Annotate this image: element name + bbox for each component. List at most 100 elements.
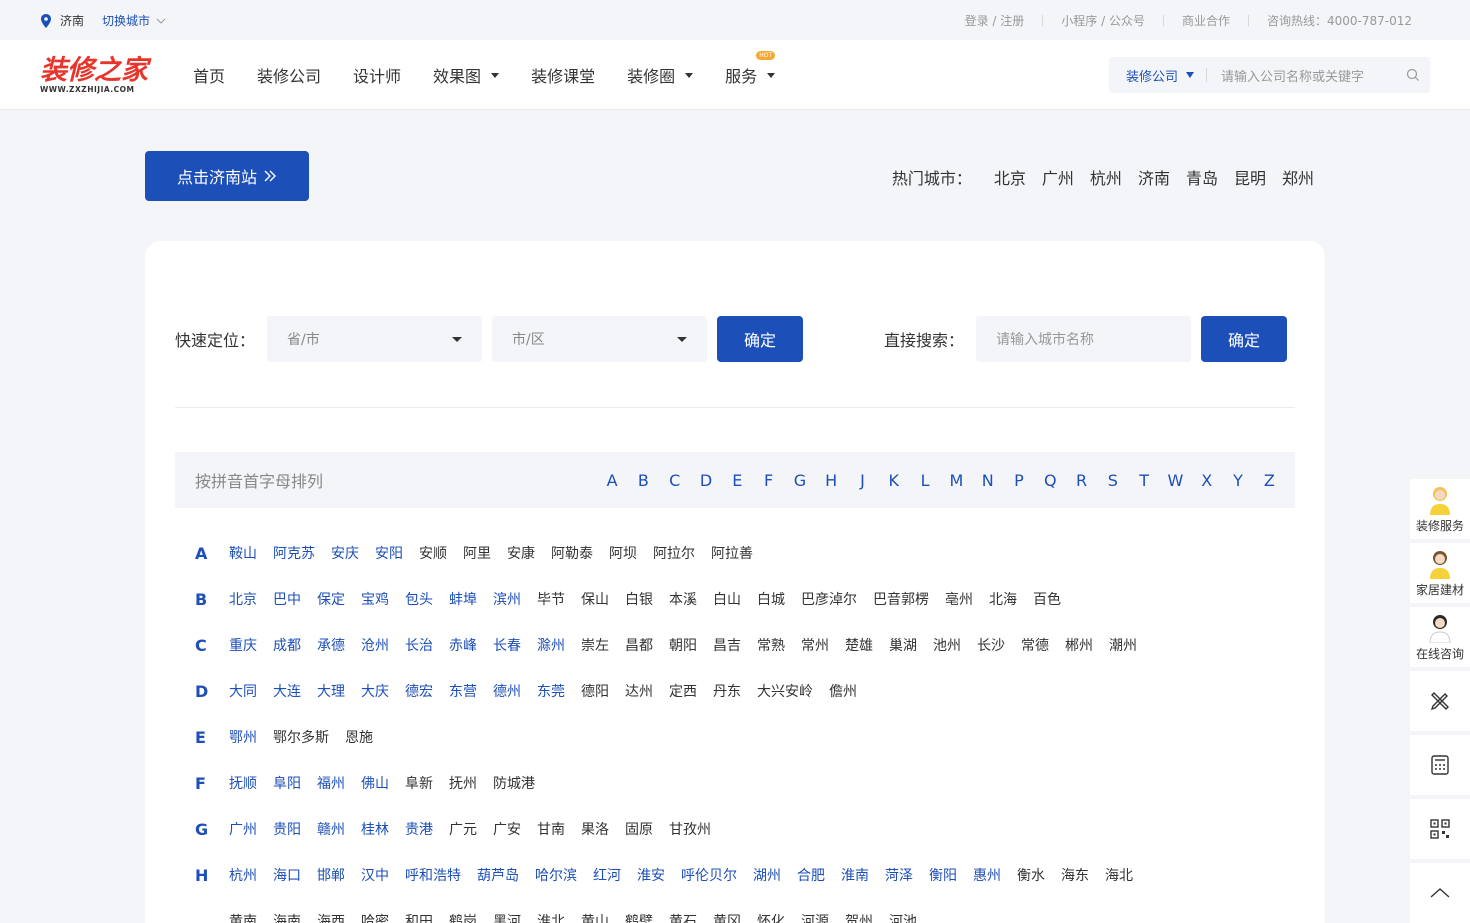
city-link[interactable]: 德宏 [405,683,433,701]
alphabet-letter-d[interactable]: D [690,471,721,490]
alphabet-letter-c[interactable]: C [659,471,690,490]
city-link[interactable]: 长治 [405,637,433,655]
city-link[interactable]: 防城港 [493,775,535,793]
hot-city-link[interactable]: 广州 [1042,165,1074,189]
city-station-button[interactable]: 点击济南站 [145,151,309,201]
alphabet-letter-l[interactable]: L [909,471,940,490]
city-link[interactable]: 白城 [757,591,785,609]
city-link[interactable]: 鄂尔多斯 [273,729,329,747]
city-link[interactable]: 毕节 [537,591,565,609]
alphabet-letter-e[interactable]: E [722,471,753,490]
city-link[interactable]: 鞍山 [229,545,257,563]
city-link[interactable]: 贵阳 [273,821,301,839]
alphabet-letter-s[interactable]: S [1097,471,1128,490]
city-link[interactable]: 儋州 [829,683,857,701]
city-search-input[interactable]: 请输入城市名称 [976,316,1192,362]
miniprogram-link[interactable]: 小程序 / 公众号 [1061,12,1145,29]
city-link[interactable]: 海北 [1105,867,1133,885]
city-link[interactable]: 滨州 [493,591,521,609]
city-link[interactable]: 阿里 [463,545,491,563]
city-link[interactable]: 保山 [581,591,609,609]
city-link[interactable]: 承德 [317,637,345,655]
alphabet-letter-f[interactable]: F [753,471,784,490]
city-link[interactable]: 黄冈 [713,913,741,923]
sidebar-materials[interactable]: 家居建材 [1410,543,1470,603]
business-link[interactable]: 商业合作 [1182,12,1230,29]
city-link[interactable]: 大连 [273,683,301,701]
search-icon[interactable] [1406,68,1420,82]
city-link[interactable]: 甘孜州 [669,821,711,839]
sidebar-decoration-service[interactable]: 装修服务 [1410,479,1470,539]
city-link[interactable]: 昌都 [625,637,653,655]
hot-city-link[interactable]: 济南 [1138,165,1170,189]
city-link[interactable]: 杭州 [229,867,257,885]
city-link[interactable]: 菏泽 [885,867,913,885]
switch-city-link[interactable]: 切换城市 [102,12,166,29]
city-link[interactable]: 阿坝 [609,545,637,563]
city-link[interactable]: 黄南 [229,913,257,923]
alphabet-letter-g[interactable]: G [784,471,815,490]
header-search-input[interactable]: 请输入公司名称或关键字 [1221,66,1406,85]
city-link[interactable]: 包头 [405,591,433,609]
city-link[interactable]: 白山 [713,591,741,609]
city-link[interactable]: 北京 [229,591,257,609]
city-link[interactable]: 衡阳 [929,867,957,885]
city-link[interactable]: 佛山 [361,775,389,793]
login-register-link[interactable]: 登录 / 注册 [965,12,1025,29]
city-link[interactable]: 淮安 [637,867,665,885]
city-link[interactable]: 鹤岗 [449,913,477,923]
city-link[interactable]: 常熟 [757,637,785,655]
city-link[interactable]: 赤峰 [449,637,477,655]
city-link[interactable]: 鄂州 [229,729,257,747]
city-link[interactable]: 抚州 [449,775,477,793]
city-link[interactable]: 德州 [493,683,521,701]
city-link[interactable]: 合肥 [797,867,825,885]
city-link[interactable]: 恩施 [345,729,373,747]
city-link[interactable]: 呼伦贝尔 [681,867,737,885]
city-link[interactable]: 达州 [625,683,653,701]
city-link[interactable]: 河源 [801,913,829,923]
city-link[interactable]: 蚌埠 [449,591,477,609]
city-link[interactable]: 淮南 [841,867,869,885]
alphabet-letter-w[interactable]: W [1160,471,1191,490]
city-link[interactable]: 宝鸡 [361,591,389,609]
city-link[interactable]: 衡水 [1017,867,1045,885]
city-link[interactable]: 黄山 [581,913,609,923]
alphabet-letter-r[interactable]: R [1066,471,1097,490]
city-link[interactable]: 阿拉善 [711,545,753,563]
city-link[interactable]: 红河 [593,867,621,885]
hot-city-link[interactable]: 青岛 [1186,165,1218,189]
city-link[interactable]: 甘南 [537,821,565,839]
city-link[interactable]: 巴音郭楞 [873,591,929,609]
nav-item-classroom[interactable]: 装修课堂 [531,63,595,87]
city-link[interactable]: 昌吉 [713,637,741,655]
alphabet-letter-y[interactable]: Y [1222,471,1253,490]
city-link[interactable]: 丹东 [713,683,741,701]
city-link[interactable]: 大兴安岭 [757,683,813,701]
alphabet-letter-z[interactable]: Z [1254,471,1285,490]
city-link[interactable]: 广州 [229,821,257,839]
city-link[interactable]: 抚顺 [229,775,257,793]
city-link[interactable]: 贺州 [845,913,873,923]
city-link[interactable]: 白银 [625,591,653,609]
city-link[interactable]: 常德 [1021,637,1049,655]
city-link[interactable]: 海东 [1061,867,1089,885]
city-link[interactable]: 潮州 [1109,637,1137,655]
back-to-top-button[interactable] [1410,863,1470,923]
alphabet-letter-a[interactable]: A [596,471,627,490]
city-link[interactable]: 鹤壁 [625,913,653,923]
city-link[interactable]: 重庆 [229,637,257,655]
sidebar-online-consult[interactable]: 在线咨询 [1410,607,1470,667]
direct-search-confirm-button[interactable]: 确定 [1201,316,1288,362]
alphabet-letter-t[interactable]: T [1129,471,1160,490]
city-link[interactable]: 亳州 [945,591,973,609]
city-link[interactable]: 淮北 [537,913,565,923]
sidebar-calculator[interactable] [1410,735,1470,795]
province-select[interactable]: 省/市 [267,316,483,362]
city-link[interactable]: 固原 [625,821,653,839]
city-link[interactable]: 安顺 [419,545,447,563]
city-link[interactable]: 长沙 [977,637,1005,655]
city-link[interactable]: 沧州 [361,637,389,655]
city-link[interactable]: 巴中 [273,591,301,609]
sidebar-design-tool[interactable] [1410,671,1470,731]
